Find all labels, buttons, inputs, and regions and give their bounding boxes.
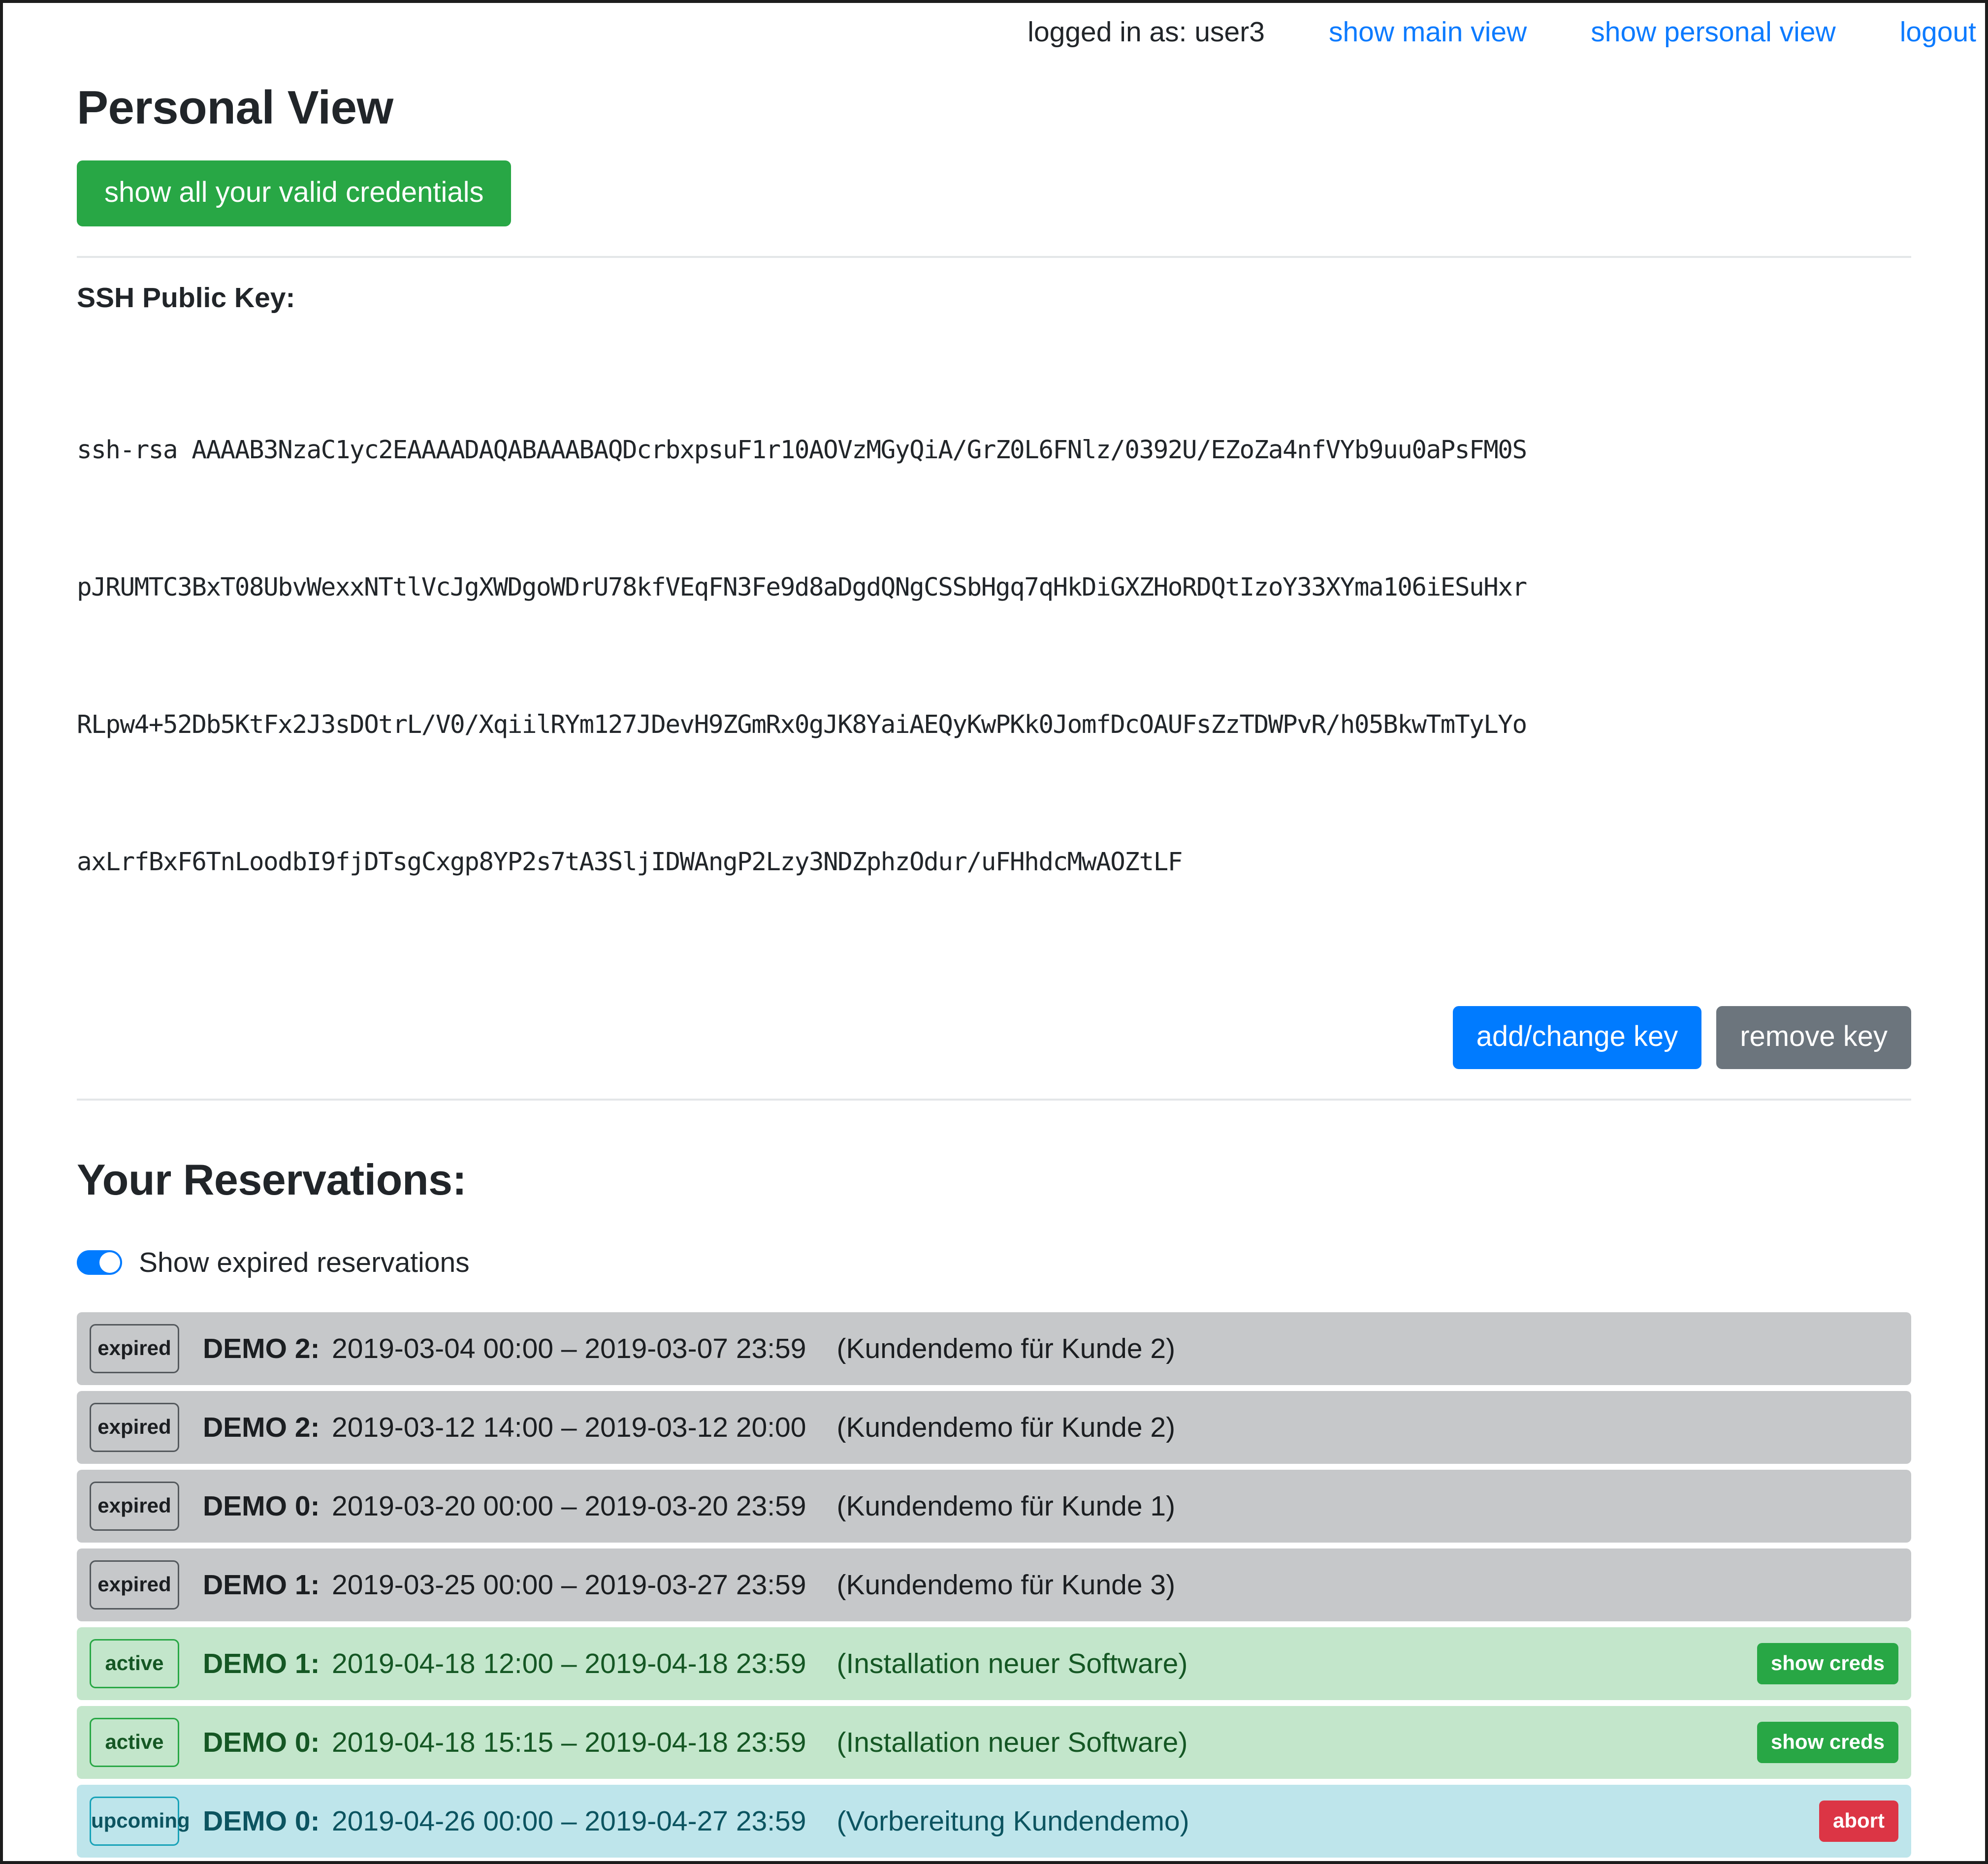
show-expired-toggle[interactable]	[77, 1250, 122, 1275]
show-creds-button[interactable]: show creds	[1757, 1722, 1898, 1763]
reservation-dates: 2019-03-04 00:00 – 2019-03-07 23:59	[332, 1332, 806, 1365]
spacer	[77, 1101, 1911, 1155]
ssh-key-line: RLpw4+52Db5KtFx2J3sDOtrL/V0/XqiilRYm127J…	[77, 702, 1911, 748]
logged-in-status: logged in as: user3	[1027, 16, 1265, 48]
ssh-key-actions: add/change key remove key	[77, 1006, 1911, 1069]
show-expired-toggle-label: Show expired reservations	[139, 1246, 470, 1279]
reservation-status-badge[interactable]: expired	[90, 1560, 179, 1610]
ssh-key-line: axLrfBxF6TnLoodbI9fjDTsgCxgp8YP2s7tA3Slj…	[77, 839, 1911, 885]
reservation-dates: 2019-03-20 00:00 – 2019-03-20 23:59	[332, 1490, 806, 1522]
reservation-machine: DEMO 2:	[203, 1411, 332, 1444]
topbar: logged in as: user3 show main view show …	[3, 3, 1985, 61]
reservation-note: (Kundendemo für Kunde 2)	[836, 1411, 1898, 1444]
nav-link-show-main-view[interactable]: show main view	[1329, 16, 1527, 48]
reservation-status-badge[interactable]: expired	[90, 1482, 179, 1531]
show-creds-button[interactable]: show creds	[1757, 1643, 1898, 1684]
reservation-machine: DEMO 0:	[203, 1490, 332, 1522]
show-expired-toggle-row: Show expired reservations	[77, 1246, 1911, 1279]
reservation-status-badge[interactable]: expired	[90, 1403, 179, 1452]
reservation-dates: 2019-03-12 14:00 – 2019-03-12 20:00	[332, 1411, 806, 1444]
reservation-row: expired DEMO 0:2019-03-20 00:00 – 2019-03…	[77, 1470, 1911, 1543]
reservation-status-badge[interactable]: active	[90, 1639, 179, 1688]
reservation-dates: 2019-04-18 12:00 – 2019-04-18 23:59	[332, 1647, 806, 1680]
divider-top	[77, 256, 1911, 258]
reservation-note: (Kundendemo für Kunde 2)	[836, 1332, 1898, 1365]
abort-button[interactable]: abort	[1819, 1801, 1898, 1842]
reservation-action-cell: show creds	[1757, 1722, 1898, 1763]
reservation-machine: DEMO 0:	[203, 1805, 332, 1837]
main-content: Personal View show all your valid creden…	[3, 81, 1985, 1858]
reservation-machine: DEMO 1:	[203, 1647, 332, 1680]
reservation-row: upcoming DEMO 0:2019-04-26 00:00 – 2019-0…	[77, 1785, 1911, 1858]
reservation-action-cell: abort	[1819, 1801, 1898, 1842]
show-all-credentials-row: show all your valid credentials	[77, 160, 1911, 226]
ssh-key-line: pJRUMTC3BxT08UbvWexxNTtlVcJgXWDgoWDrU78k…	[77, 565, 1911, 610]
page-root: logged in as: user3 show main view show …	[0, 0, 1988, 1864]
reservation-row: expired DEMO 1:2019-03-25 00:00 – 2019-03…	[77, 1548, 1911, 1621]
reservations-title: Your Reservations:	[77, 1155, 1911, 1205]
reservation-row: expired DEMO 2:2019-03-12 14:00 – 2019-03…	[77, 1391, 1911, 1464]
reservation-status-badge[interactable]: upcoming	[90, 1797, 179, 1846]
reservation-dates: 2019-03-25 00:00 – 2019-03-27 23:59	[332, 1569, 806, 1601]
reservations-list: expiredDEMO 2:2019-03-04 00:00 – 2019-03…	[77, 1312, 1911, 1858]
reservation-machine: DEMO 0:	[203, 1726, 332, 1759]
reservation-action-cell: show creds	[1757, 1643, 1898, 1684]
reservation-status-badge[interactable]: active	[90, 1718, 179, 1767]
reservation-machine: DEMO 1:	[203, 1569, 332, 1601]
reservation-dates: 2019-04-26 00:00 – 2019-04-27 23:59	[332, 1805, 806, 1837]
ssh-key-line: ssh-rsa AAAAB3NzaC1yc2EAAAADAQABAAABAQDc…	[77, 427, 1911, 473]
show-all-credentials-button[interactable]: show all your valid credentials	[77, 160, 511, 226]
reservation-note: (Kundendemo für Kunde 3)	[836, 1569, 1898, 1601]
reservation-note: (Installation neuer Software)	[836, 1647, 1757, 1680]
page-title: Personal View	[77, 81, 1911, 135]
nav-link-show-personal-view[interactable]: show personal view	[1591, 16, 1835, 48]
reservation-note: (Installation neuer Software)	[836, 1726, 1757, 1759]
nav-link-logout[interactable]: logout	[1900, 16, 1976, 48]
add-change-key-button[interactable]: add/change key	[1453, 1006, 1702, 1069]
reservation-machine: DEMO 2:	[203, 1332, 332, 1365]
reservation-note: (Kundendemo für Kunde 1)	[836, 1490, 1898, 1522]
reservation-note: (Vorbereitung Kundendemo)	[836, 1805, 1819, 1837]
reservation-status-badge[interactable]: expired	[90, 1324, 179, 1373]
reservation-row: active DEMO 0:2019-04-18 15:15 – 2019-04-…	[77, 1706, 1911, 1779]
ssh-public-key-value: ssh-rsa AAAAB3NzaC1yc2EAAAADAQABAAABAQDc…	[77, 336, 1911, 977]
remove-key-button[interactable]: remove key	[1716, 1006, 1911, 1069]
reservation-row: active DEMO 1:2019-04-18 12:00 – 2019-04-…	[77, 1627, 1911, 1700]
toggle-knob	[99, 1252, 120, 1273]
ssh-public-key-label: SSH Public Key:	[77, 282, 1911, 314]
reservation-dates: 2019-04-18 15:15 – 2019-04-18 23:59	[332, 1726, 806, 1759]
reservation-row: expired DEMO 2:2019-03-04 00:00 – 2019-03…	[77, 1312, 1911, 1385]
